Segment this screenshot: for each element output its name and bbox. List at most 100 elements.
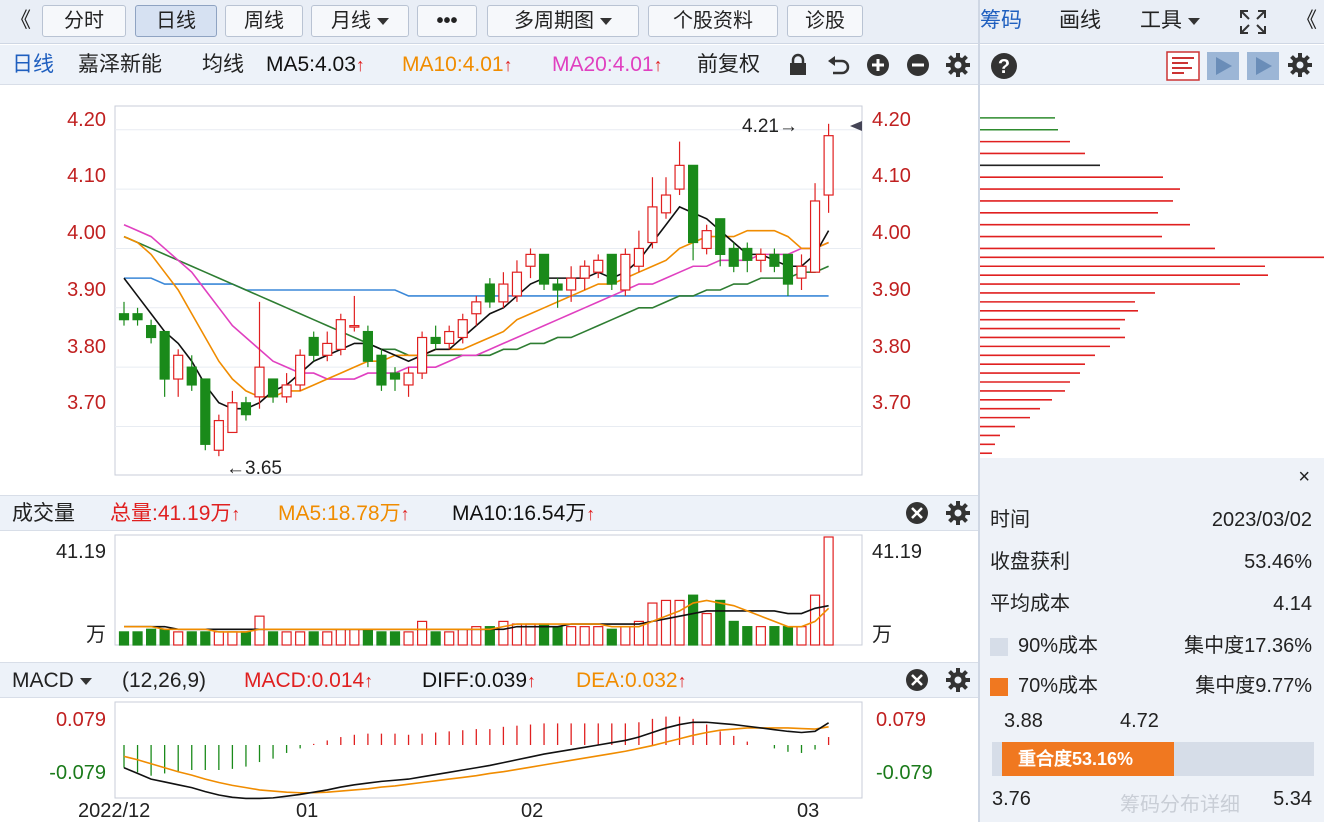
overlap-bar: 重合度53.16% xyxy=(1002,742,1174,776)
chevron-down-icon xyxy=(1188,17,1200,25)
close-icon[interactable]: × xyxy=(1298,466,1310,489)
diff-value: DIFF:0.039↑ xyxy=(422,668,536,694)
volume-bar xyxy=(200,631,211,646)
volume-bar xyxy=(362,628,373,646)
undo-icon[interactable] xyxy=(825,53,851,77)
candle-body xyxy=(295,354,306,386)
volume-bar xyxy=(173,631,184,646)
multi-period-button[interactable]: 多周期图 xyxy=(487,5,639,37)
candle-body xyxy=(647,206,658,244)
zoom-out-icon[interactable] xyxy=(906,53,930,77)
macd-selector[interactable]: MACD xyxy=(12,668,92,694)
volume-bar xyxy=(715,599,726,646)
adjust-mode[interactable]: 前复权 xyxy=(697,52,760,78)
candle-body xyxy=(173,354,184,380)
tab-monthly-label: 月线 xyxy=(331,10,371,32)
chip-row-70: 70%成本 集中度9.77% xyxy=(990,672,1312,700)
multi-period-label: 多周期图 xyxy=(514,10,594,32)
volume-bar xyxy=(267,631,279,646)
candlestick-chart[interactable]: 4.21→ ←3.65 xyxy=(0,86,978,490)
svg-text:?: ? xyxy=(998,56,1010,78)
drawing-tab[interactable]: 画线 xyxy=(1059,6,1101,36)
diagnose-button[interactable]: 诊股 xyxy=(787,5,863,37)
tab-daily[interactable]: 日线 xyxy=(135,5,217,37)
avg-value: 4.14 xyxy=(1273,593,1312,615)
up-arrow-icon: ↑ xyxy=(586,504,596,524)
volume-bar xyxy=(132,631,143,646)
ma10-value: MA10:4.01↑ xyxy=(402,52,513,78)
time-label: 时间 xyxy=(990,509,1030,531)
candle-body xyxy=(620,253,631,291)
volume-bar xyxy=(498,620,509,646)
collapse-icon[interactable]: 《 xyxy=(1296,6,1317,36)
candle-body xyxy=(715,218,726,255)
volume-total-text: 总量:41.19万 xyxy=(110,502,232,525)
candle-body xyxy=(267,378,279,398)
min-label: 3.76 xyxy=(992,788,1031,810)
gear-icon[interactable] xyxy=(1286,51,1314,79)
chip-list-icon[interactable] xyxy=(1166,51,1200,81)
volume-bar xyxy=(281,631,292,646)
macd-params: (12,26,9) xyxy=(122,669,207,692)
up-arrow-icon: ↑ xyxy=(231,504,241,524)
play-forward-icon[interactable] xyxy=(1246,51,1280,81)
ma20-text: MA20:4.01 xyxy=(552,53,654,76)
candle-body xyxy=(633,247,645,267)
chip-distribution-chart[interactable] xyxy=(980,86,1324,458)
candle-body xyxy=(552,283,563,291)
candle-body xyxy=(782,253,794,285)
ma20-value: MA20:4.01↑ xyxy=(552,52,663,78)
volume-bar xyxy=(240,631,252,646)
up-arrow-icon: ↑ xyxy=(527,671,537,691)
chip-tab[interactable]: 筹码 xyxy=(980,6,1022,36)
c70-value: 集中度9.77% xyxy=(1195,675,1312,697)
candle-body xyxy=(186,366,197,386)
up-arrow-icon: ↑ xyxy=(653,55,663,75)
play-icon[interactable] xyxy=(1206,51,1240,81)
toolbar: 《 分时 日线 周线 月线 ••• 多周期图 个股资料 诊股 筹码 画线 工具 … xyxy=(0,0,1324,44)
volume-bar xyxy=(403,631,414,646)
high-annotation: 4.21→ xyxy=(742,116,798,137)
back-icon[interactable]: 《 xyxy=(10,6,31,36)
candle-body xyxy=(809,200,821,273)
gear-icon[interactable] xyxy=(945,667,971,693)
volume-chart[interactable] xyxy=(0,533,978,659)
chip-row-avg: 平均成本 4.14 xyxy=(990,590,1312,618)
ma-selector[interactable]: 均线 xyxy=(202,52,244,78)
candle-body xyxy=(254,366,265,398)
lock-icon[interactable] xyxy=(786,53,810,77)
tab-intraday[interactable]: 分时 xyxy=(42,5,126,37)
volume-bar xyxy=(295,631,306,646)
profit-label: 收盘获利 xyxy=(990,551,1070,573)
close-icon[interactable] xyxy=(905,501,929,525)
macd-value: MACD:0.014↑ xyxy=(244,668,373,694)
ma5-value: MA5:4.03↑ xyxy=(266,52,365,78)
tools-menu[interactable]: 工具 xyxy=(1140,6,1200,36)
macd-title: MACD xyxy=(12,669,74,692)
chip-toolbar: ? xyxy=(980,45,1324,85)
volume-ma10: MA10:16.54万↑ xyxy=(452,501,595,527)
close-icon[interactable] xyxy=(905,668,929,692)
volume-bar xyxy=(769,626,780,646)
fullscreen-icon[interactable] xyxy=(1238,8,1268,36)
volume-bar xyxy=(376,631,387,646)
help-icon[interactable]: ? xyxy=(990,52,1018,80)
volume-bar xyxy=(457,628,468,646)
stock-profile-button[interactable]: 个股资料 xyxy=(648,5,778,37)
gear-icon[interactable] xyxy=(945,500,971,526)
volume-bar xyxy=(701,612,712,646)
candle-body xyxy=(728,247,739,267)
c70-label: 70%成本 xyxy=(1018,675,1099,697)
ma10-text: MA10:4.01 xyxy=(402,53,504,76)
zoom-in-icon[interactable] xyxy=(866,53,890,77)
more-button[interactable]: ••• xyxy=(417,5,477,37)
volume-ma5: MA5:18.78万↑ xyxy=(278,501,410,527)
volume-ma5-text: MA5:18.78万 xyxy=(278,502,401,525)
volume-bar xyxy=(186,631,197,646)
profit-value: 53.46% xyxy=(1244,551,1312,573)
tab-monthly[interactable]: 月线 xyxy=(311,5,409,37)
tab-weekly[interactable]: 周线 xyxy=(225,5,303,37)
low-annotation: ←3.65 xyxy=(226,458,282,479)
gear-icon[interactable] xyxy=(945,52,971,78)
candle-body xyxy=(660,194,672,214)
